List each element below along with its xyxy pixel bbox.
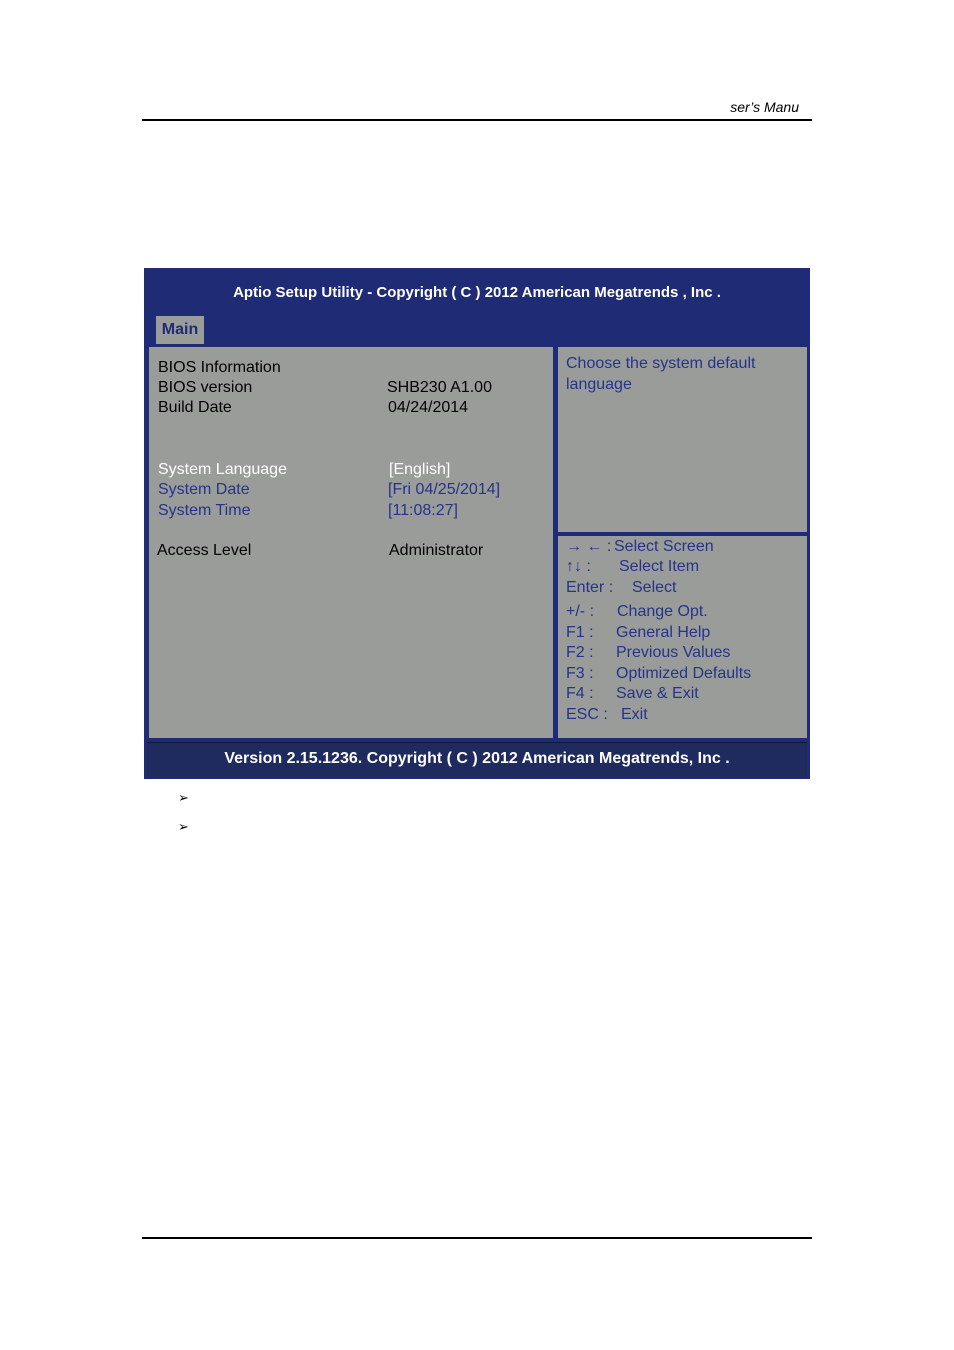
key-select-screen: → ← : Select Screen — [566, 538, 714, 556]
key-change-opt: +/- : Change Opt. — [566, 603, 708, 621]
key-desc: Previous Values — [616, 644, 731, 661]
bullet-arrow-icon: ➢ — [178, 790, 189, 805]
system-language-label[interactable]: System Language — [158, 461, 287, 479]
footer-rule — [142, 1237, 812, 1239]
key-desc: Change Opt. — [617, 603, 708, 620]
help-text: Choose the system default language — [566, 355, 756, 393]
key-label: Enter : — [566, 579, 614, 596]
key-general-help: F1 : General Help — [566, 624, 710, 642]
key-label: ESC : — [566, 706, 608, 723]
access-level-label: Access Level — [157, 542, 252, 559]
system-date-value[interactable]: [Fri 04/25/2014] — [388, 481, 500, 499]
key-label: F2 : — [566, 644, 594, 661]
settings-pane: BIOS Information BIOS version SHB230 A1.… — [147, 345, 555, 740]
header-rule — [142, 119, 812, 121]
bios-footer: Version 2.15.1236. Copyright ( C ) 2012 … — [147, 742, 807, 777]
bios-setup-screenshot: Aptio Setup Utility - Copyright ( C ) 20… — [144, 268, 810, 779]
page-header-text: ser’s Manu — [730, 99, 799, 115]
build-date-label: Build Date — [158, 399, 232, 416]
key-label: F4 : — [566, 685, 594, 702]
key-desc: General Help — [616, 624, 711, 641]
bios-version-label: BIOS version — [158, 379, 253, 396]
bios-version-value: SHB230 A1.00 — [387, 379, 492, 396]
key-desc: Optimized Defaults — [616, 665, 752, 682]
help-pane: Choose the system default language — [556, 345, 809, 534]
key-previous-values: F2 : Previous Values — [566, 644, 730, 662]
key-label: F3 : — [566, 665, 594, 682]
key-desc: Select Screen — [614, 538, 714, 555]
key-exit: ESC : Exit — [566, 706, 648, 724]
system-time-value[interactable]: [11:08:27] — [388, 502, 458, 520]
key-legend-pane: → ← : Select Screen ↑↓ : Select Item Enter… — [556, 534, 809, 740]
key-label: F1 : — [566, 624, 594, 641]
build-date-value: 04/24/2014 — [388, 399, 469, 416]
key-label: +/- : — [566, 603, 595, 620]
bullet-arrow-icon: ➢ — [178, 819, 189, 834]
key-desc: Save & Exit — [616, 685, 699, 702]
access-level-value: Administrator — [389, 542, 484, 559]
key-save-exit: F4 : Save & Exit — [566, 685, 699, 703]
bios-information-heading: BIOS Information — [158, 359, 281, 376]
bios-title: Aptio Setup Utility - Copyright ( C ) 20… — [233, 284, 721, 301]
key-select-item: ↑↓ : Select Item — [566, 558, 699, 576]
key-desc: Exit — [621, 706, 648, 723]
system-date-label[interactable]: System Date — [158, 481, 250, 499]
arrow-left-right-icon: → ← : — [566, 538, 612, 555]
key-select: Enter : Select — [566, 579, 676, 597]
tab-main[interactable]: Main — [156, 316, 204, 344]
arrow-up-down-icon: ↑↓ : — [566, 558, 591, 575]
key-optimized-defaults: F3 : Optimized Defaults — [566, 665, 751, 683]
key-desc: Select — [632, 579, 677, 596]
system-time-label[interactable]: System Time — [158, 502, 250, 520]
system-language-value[interactable]: [English] — [389, 461, 450, 479]
key-desc: Select Item — [619, 558, 700, 575]
